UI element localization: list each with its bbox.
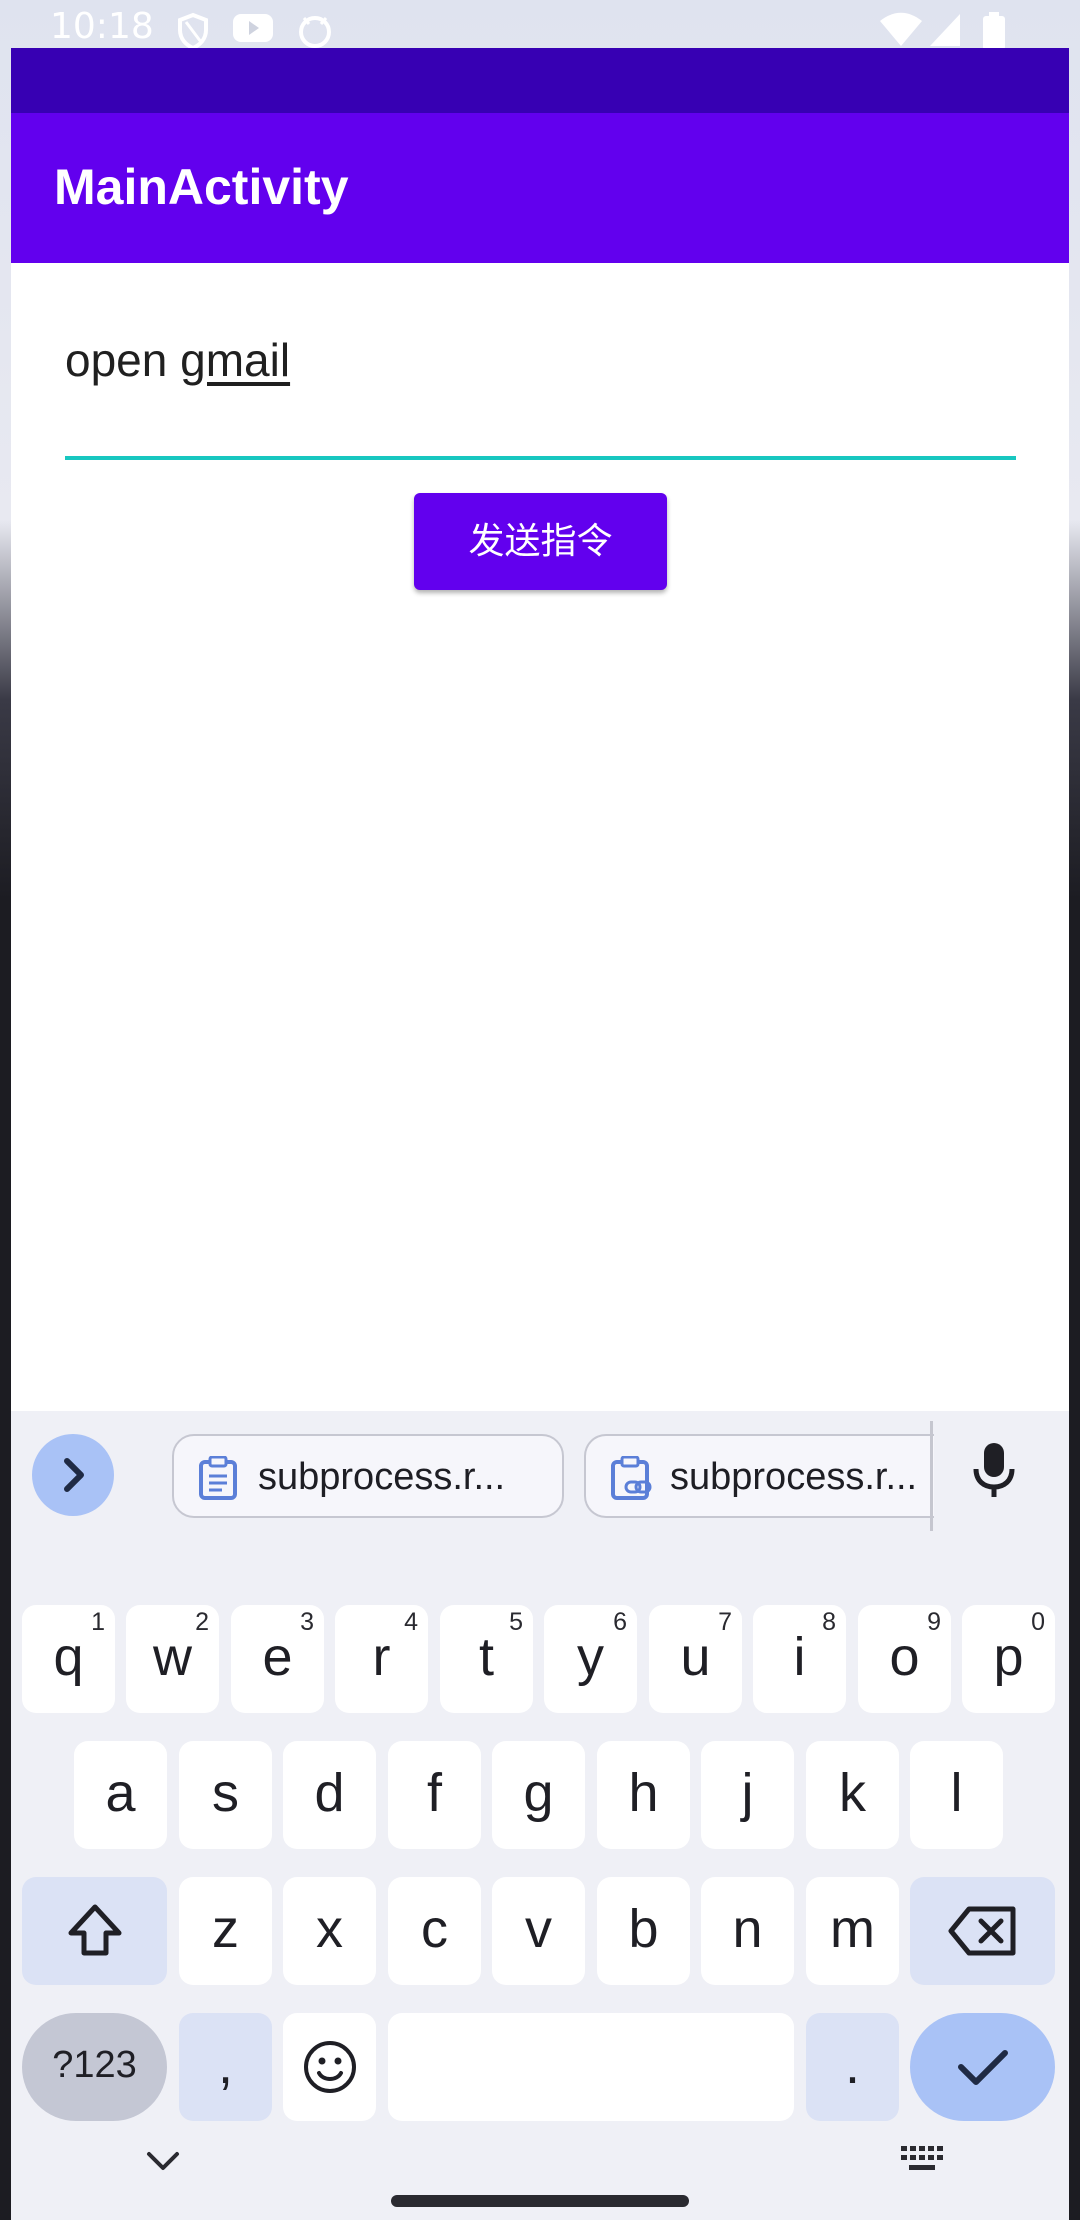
symbols-key[interactable]: ?123 [22,2013,167,2121]
page-title: MainActivity [54,159,349,215]
hide-keyboard-chevron-icon[interactable] [143,2148,183,2174]
key-label: r [372,1627,391,1687]
clipboard-chip-1[interactable]: subprocess.r... [172,1434,564,1518]
microphone-icon [973,1443,1015,1497]
key-j[interactable]: j [701,1741,794,1849]
key-w[interactable]: w2 [126,1605,219,1713]
key-k[interactable]: k [806,1741,899,1849]
key-label: o [889,1627,920,1687]
key-label: e [262,1627,293,1687]
key-c[interactable]: c [388,1877,481,1985]
emoji-key[interactable] [283,2013,376,2121]
key-hint: 7 [718,1608,732,1636]
key-hint: 8 [822,1608,836,1636]
backspace-icon [948,1906,1015,1956]
keyboard-suggestion-strip: subprocess.r... subprocess.r... [11,1411,1069,1551]
battery-icon [983,12,1005,50]
key-s[interactable]: s [179,1741,272,1849]
key-l[interactable]: l [910,1741,1003,1849]
voice-input-button[interactable] [971,1441,1017,1505]
send-command-button[interactable]: 发送指令 [414,493,667,590]
key-t[interactable]: t5 [440,1605,533,1713]
key-a[interactable]: a [74,1741,167,1849]
command-input-text: open [65,334,181,386]
backspace-key[interactable] [910,1877,1055,1985]
key-label: u [680,1627,711,1687]
space-key[interactable] [388,2013,794,2121]
action-bar: MainActivity [11,113,1069,263]
suggestion-divider [930,1421,933,1531]
key-label: t [478,1627,494,1687]
youtube-icon [233,14,273,42]
key-label: i [793,1627,806,1687]
soft-keyboard: subprocess.r... subprocess.r... q 1 w 2 … [11,1411,1069,2220]
command-input-underline [65,456,1016,460]
home-gesture-pill[interactable] [391,2195,689,2207]
key-hint: 9 [927,1608,941,1636]
key-u[interactable]: u7 [649,1605,742,1713]
key-p[interactable]: p0 [962,1605,1055,1713]
key-o[interactable]: o9 [858,1605,951,1713]
clipboard-chip-label: subprocess.r... [670,1456,918,1498]
enter-key[interactable] [910,2013,1055,2121]
key-hint: 4 [404,1608,418,1636]
clipboard-icon [199,1456,237,1500]
shift-icon [68,1904,121,1956]
status-time: 10:18 [50,6,154,47]
command-input-value[interactable]: open gmail [65,333,290,387]
wifi-icon [880,12,922,46]
keyboard-expand-button[interactable] [32,1434,114,1516]
navigation-bar [11,2120,1069,2220]
key-hint: 0 [1031,1608,1045,1636]
emoji-icon [303,2041,356,2093]
key-label: q [53,1627,84,1687]
key-hint: 2 [195,1608,209,1636]
key-label: y [577,1627,604,1687]
key-label: w [153,1627,192,1687]
key-hint: 3 [300,1608,314,1636]
key-x[interactable]: x [283,1877,376,1985]
key-q[interactable]: q1 [22,1605,115,1713]
cellular-signal-icon [930,14,960,46]
period-key[interactable]: . [806,2013,899,2121]
key-h[interactable]: h [597,1741,690,1849]
comma-key[interactable]: , [179,2013,272,2121]
chevron-right-icon [64,1458,84,1492]
key-b[interactable]: b [597,1877,690,1985]
key-v[interactable]: v [492,1877,585,1985]
key-m[interactable]: m [806,1877,899,1985]
app-status-background [11,48,1069,113]
app-window: MainActivity open gmail 发送指令 subprocess.… [11,48,1069,2220]
key-label: p [993,1627,1024,1687]
key-r[interactable]: r4 [335,1605,428,1713]
vpn-shield-icon [178,12,208,50]
key-y[interactable]: y6 [544,1605,637,1713]
shift-key[interactable] [22,1877,167,1985]
key-i[interactable]: i8 [753,1605,846,1713]
clipboard-link-icon [611,1456,652,1500]
key-z[interactable]: z [179,1877,272,1985]
key-d[interactable]: d [283,1741,376,1849]
key-n[interactable]: n [701,1877,794,1985]
status-bar: 10:18 [0,0,1080,50]
composing-word: gmail [180,334,291,386]
clipboard-chip-label: subprocess.r... [258,1456,506,1498]
android-icon [299,16,331,48]
key-e[interactable]: e3 [231,1605,324,1713]
clipboard-chip-2[interactable]: subprocess.r... [584,1434,934,1518]
checkmark-icon [957,2050,1008,2085]
key-hint: 5 [509,1608,523,1636]
key-hint: 6 [613,1608,627,1636]
key-f[interactable]: f [388,1741,481,1849]
key-g[interactable]: g [492,1741,585,1849]
keyboard-switch-icon[interactable] [899,2144,945,2176]
key-hint: 1 [91,1608,105,1636]
command-input[interactable]: open gmail [65,333,1016,463]
